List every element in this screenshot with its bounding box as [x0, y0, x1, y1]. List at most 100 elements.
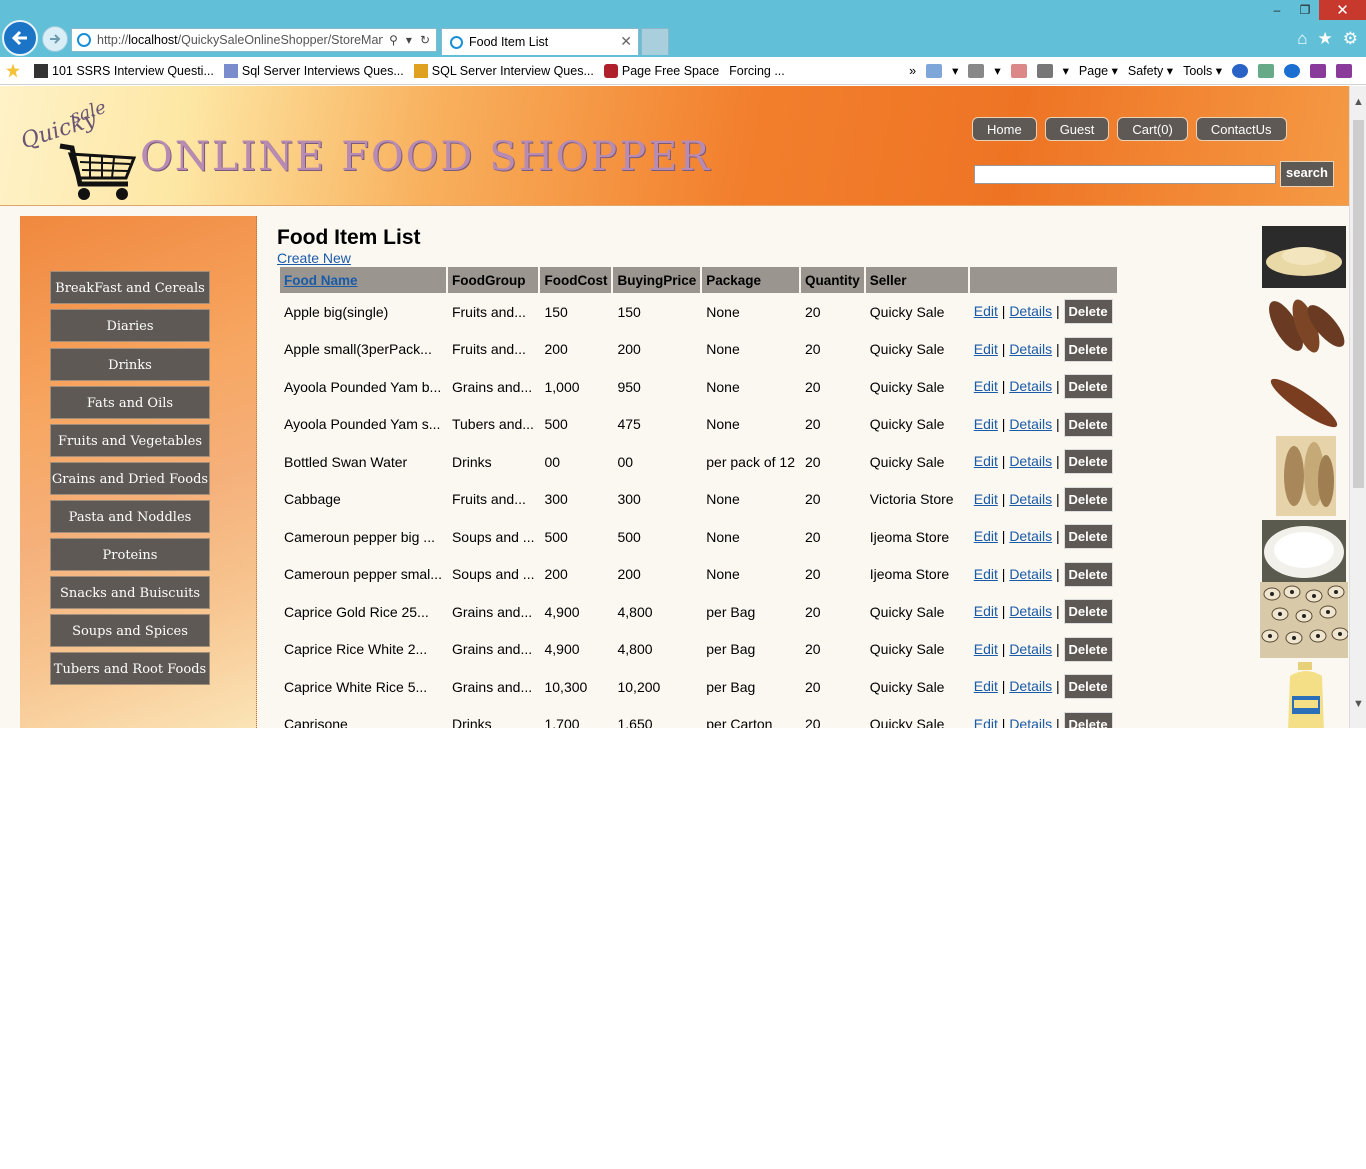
cell-food-group: Fruits and... [451, 491, 526, 508]
create-new-link[interactable]: Create New [277, 250, 351, 266]
details-link[interactable]: Details [1009, 603, 1052, 619]
edit-link[interactable]: Edit [974, 378, 998, 394]
details-link[interactable]: Details [1009, 678, 1052, 694]
close-window-button[interactable]: ✕ [1319, 0, 1366, 20]
favorite-link-5[interactable]: Forcing ... [729, 64, 785, 78]
edit-link[interactable]: Edit [974, 641, 998, 657]
category-soups[interactable]: Soups and Spices [50, 614, 210, 647]
details-link[interactable]: Details [1009, 378, 1052, 394]
category-grains[interactable]: Grains and Dried Foods [50, 462, 210, 495]
category-diaries[interactable]: Diaries [50, 309, 210, 342]
favorite-link-1[interactable]: 101 SSRS Interview Questi... [34, 63, 214, 78]
favorite-label: Page Free Space [621, 63, 720, 78]
nav-contact[interactable]: ContactUs [1195, 117, 1287, 141]
details-link[interactable]: Details [1009, 491, 1052, 507]
details-link[interactable]: Details [1009, 716, 1052, 728]
favorite-link-4[interactable]: Page Free Space [603, 63, 720, 78]
refresh-icon[interactable]: ↻ [420, 33, 430, 47]
tab-food-item-list[interactable]: Food Item List ✕ [441, 28, 639, 55]
search-input[interactable] [974, 165, 1276, 184]
dropdown-icon[interactable]: ▾ [406, 33, 412, 47]
delete-button[interactable]: Delete [1063, 636, 1113, 662]
safety-menu[interactable]: Safety ▾ [1128, 63, 1173, 78]
edit-link[interactable]: Edit [974, 716, 998, 728]
category-tubers[interactable]: Tubers and Root Foods [50, 652, 210, 685]
search-button[interactable]: search [1280, 161, 1334, 187]
details-link[interactable]: Details [1009, 416, 1052, 432]
addon-icon[interactable] [1258, 63, 1274, 78]
delete-button[interactable]: Delete [1063, 374, 1113, 400]
delete-button[interactable]: Delete [1063, 561, 1113, 587]
delete-button[interactable]: Delete [1063, 711, 1113, 728]
favorite-link-3[interactable]: SQL Server Interview Ques... [413, 63, 594, 78]
category-breakfast[interactable]: BreakFast and Cereals [50, 271, 210, 304]
delete-button[interactable]: Delete [1063, 486, 1113, 512]
cell-seller: Quicky Sale [869, 678, 945, 695]
favorites-star-icon[interactable] [6, 63, 24, 78]
details-link[interactable]: Details [1009, 566, 1052, 582]
address-url[interactable]: http://localhost/QuickySaleOnlineShopper… [97, 33, 383, 47]
category-fats-oils[interactable]: Fats and Oils [50, 386, 210, 419]
delete-button[interactable]: Delete [1063, 336, 1113, 362]
address-bar[interactable]: http://localhost/QuickySaleOnlineShopper… [71, 28, 437, 52]
category-proteins[interactable]: Proteins [50, 538, 210, 571]
search-icon[interactable]: ⚲ [389, 33, 398, 47]
edit-link[interactable]: Edit [974, 341, 998, 357]
help-icon[interactable] [1232, 63, 1248, 78]
print-icon[interactable] [1036, 63, 1053, 78]
delete-button[interactable]: Delete [1063, 674, 1113, 700]
details-link[interactable]: Details [1009, 641, 1052, 657]
home-icon[interactable]: ⌂ [1297, 29, 1307, 49]
edit-link[interactable]: Edit [974, 603, 998, 619]
hp-icon[interactable] [1284, 63, 1300, 78]
scrollbar-thumb[interactable] [1353, 120, 1364, 488]
forward-button[interactable] [42, 26, 68, 52]
back-button[interactable] [2, 20, 38, 56]
category-fruits-vegetables[interactable]: Fruits and Vegetables [50, 424, 210, 457]
scroll-down-icon[interactable]: ▼ [1353, 698, 1364, 710]
details-link[interactable]: Details [1009, 453, 1052, 469]
col-food-name[interactable]: Food Name [280, 267, 446, 293]
gear-icon[interactable]: ⚙ [1343, 29, 1358, 49]
scroll-up-icon[interactable]: ▲ [1353, 96, 1364, 108]
table-row: Apple big(single) Fruits and... 150 150 None… [280, 293, 1117, 331]
page-menu[interactable]: Page ▾ [1079, 63, 1118, 78]
mail-icon[interactable] [1010, 63, 1027, 78]
onenote-icon[interactable] [1310, 63, 1326, 78]
restore-button[interactable]: ❐ [1291, 0, 1319, 20]
delete-button[interactable]: Delete [1063, 449, 1113, 475]
nav-home[interactable]: Home [972, 117, 1037, 141]
edit-link[interactable]: Edit [974, 566, 998, 582]
category-pasta[interactable]: Pasta and Noddles [50, 500, 210, 533]
details-link[interactable]: Details [1009, 528, 1052, 544]
edit-link[interactable]: Edit [974, 528, 998, 544]
onenote-linked-icon[interactable] [1336, 63, 1352, 78]
delete-button[interactable]: Delete [1063, 299, 1113, 325]
details-link[interactable]: Details [1009, 303, 1052, 319]
details-link[interactable]: Details [1009, 341, 1052, 357]
edit-link[interactable]: Edit [974, 491, 998, 507]
delete-button[interactable]: Delete [1063, 524, 1113, 550]
nav-guest[interactable]: Guest [1044, 117, 1110, 141]
edit-link[interactable]: Edit [974, 303, 998, 319]
edit-link[interactable]: Edit [974, 453, 998, 469]
chevron-more-icon[interactable]: » [909, 64, 916, 78]
edit-link[interactable]: Edit [974, 416, 998, 432]
star-icon[interactable]: ★ [1318, 29, 1333, 49]
delete-button[interactable]: Delete [1063, 599, 1113, 625]
rss-icon[interactable] [968, 63, 985, 78]
home-icon[interactable] [926, 63, 943, 78]
close-tab-icon[interactable]: ✕ [620, 33, 632, 50]
new-tab-button[interactable] [641, 28, 669, 55]
vertical-scrollbar[interactable]: ▲ ▼ [1349, 86, 1366, 728]
edit-link[interactable]: Edit [974, 678, 998, 694]
favorite-link-2[interactable]: Sql Server Interviews Ques... [223, 63, 404, 78]
sort-food-name-link[interactable]: Food Name [284, 273, 358, 288]
minimize-button[interactable]: – [1263, 0, 1291, 20]
cell-package: None [706, 566, 740, 583]
category-drinks[interactable]: Drinks [50, 348, 210, 381]
category-snacks[interactable]: Snacks and Buiscuits [50, 576, 210, 609]
nav-cart[interactable]: Cart(0) [1117, 117, 1188, 141]
delete-button[interactable]: Delete [1063, 411, 1113, 437]
tools-menu[interactable]: Tools ▾ [1183, 63, 1222, 78]
